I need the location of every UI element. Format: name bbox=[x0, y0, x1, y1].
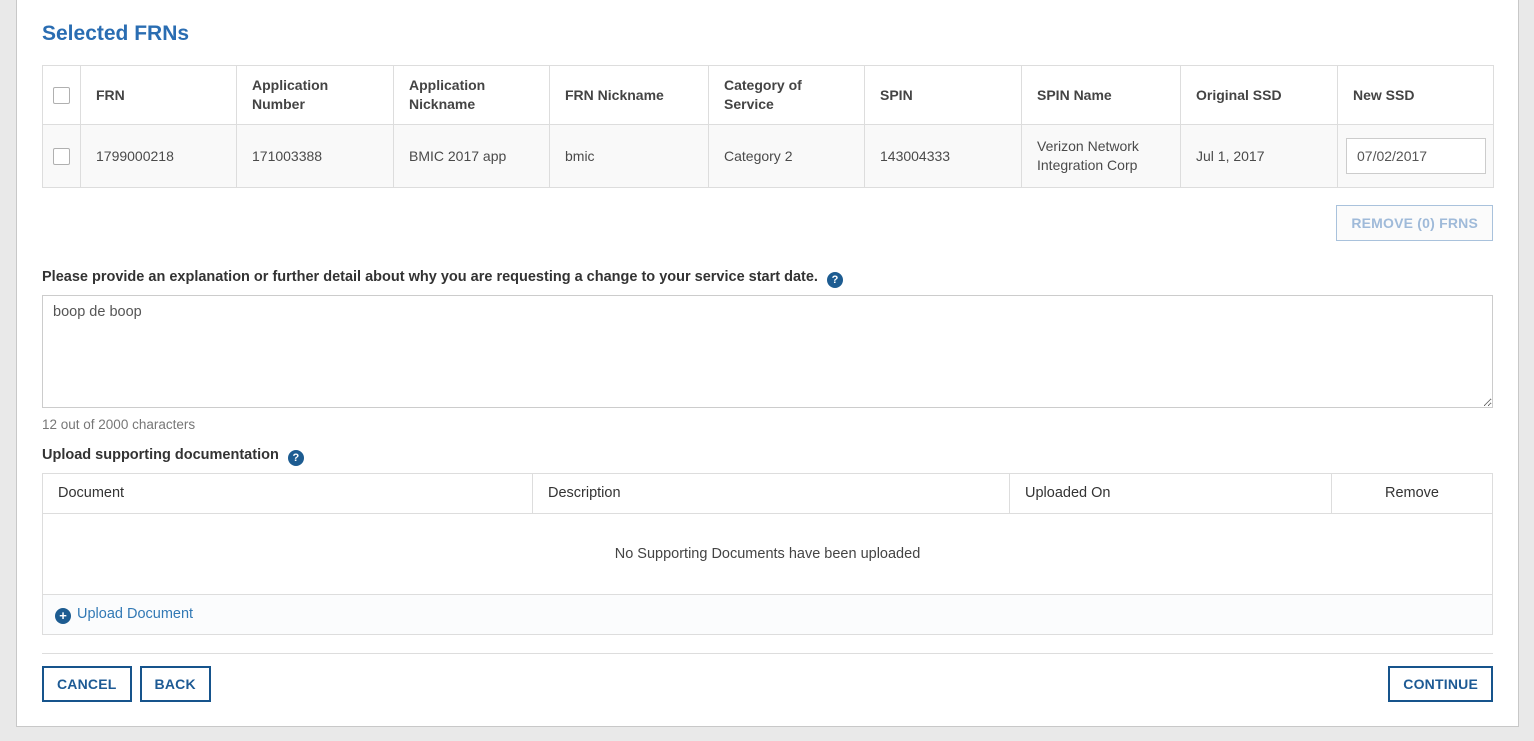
upload-document-label: Upload Document bbox=[77, 606, 194, 622]
explanation-label-row: Please provide an explanation or further… bbox=[42, 268, 1493, 288]
cell-application-number: 171003388 bbox=[236, 124, 394, 188]
cell-original-ssd: Jul 1, 2017 bbox=[1180, 124, 1338, 188]
col-header-application-nickname: Application Nickname bbox=[393, 65, 550, 125]
help-icon[interactable]: ? bbox=[827, 272, 843, 288]
footer-divider bbox=[42, 653, 1493, 654]
frn-table-header-row: FRN Application Number Application Nickn… bbox=[42, 65, 1494, 125]
col-header-new-ssd: New SSD bbox=[1337, 65, 1494, 125]
remove-frns-button[interactable]: REMOVE (0) FRNS bbox=[1336, 205, 1493, 241]
upload-documentation-label: Upload supporting documentation bbox=[42, 447, 279, 463]
continue-button[interactable]: CONTINUE bbox=[1388, 666, 1493, 702]
col-header-frn: FRN bbox=[80, 65, 237, 125]
new-ssd-input[interactable] bbox=[1346, 138, 1486, 174]
cell-frn-nickname: bmic bbox=[549, 124, 709, 188]
col-header-spin: SPIN bbox=[864, 65, 1022, 125]
supporting-documents-table: Document Description Uploaded On Remove … bbox=[42, 473, 1493, 635]
col-header-category-of-service: Category of Service bbox=[708, 65, 865, 125]
col-header-original-ssd: Original SSD bbox=[1180, 65, 1338, 125]
doc-table-empty-row: No Supporting Documents have been upload… bbox=[42, 513, 1493, 595]
row-checkbox[interactable] bbox=[53, 147, 70, 165]
selected-frns-table: FRN Application Number Application Nickn… bbox=[42, 65, 1494, 188]
col-header-uploaded-on: Uploaded On bbox=[1009, 473, 1332, 514]
upload-document-cell: + Upload Document bbox=[42, 594, 1493, 635]
doc-table-upload-row: + Upload Document bbox=[42, 594, 1493, 635]
col-header-document: Document bbox=[42, 473, 533, 514]
explanation-textarea[interactable]: boop de boop bbox=[42, 295, 1493, 408]
help-icon[interactable]: ? bbox=[287, 450, 304, 466]
back-button[interactable]: BACK bbox=[139, 666, 211, 702]
cell-application-nickname: BMIC 2017 app bbox=[393, 124, 550, 188]
select-all-cell bbox=[42, 65, 81, 125]
page-title: Selected FRNs bbox=[42, 22, 190, 45]
footer-left-buttons: CANCEL BACK bbox=[42, 666, 211, 702]
cell-frn: 1799000218 bbox=[80, 124, 237, 188]
cell-spin: 143004333 bbox=[864, 124, 1022, 188]
footer-button-bar: CANCEL BACK CONTINUE bbox=[42, 666, 1493, 702]
select-all-checkbox[interactable] bbox=[53, 86, 70, 104]
upload-document-link[interactable]: + Upload Document bbox=[55, 606, 194, 624]
cell-new-ssd bbox=[1337, 124, 1494, 188]
col-header-description: Description bbox=[532, 473, 1010, 514]
cell-category-of-service: Category 2 bbox=[708, 124, 865, 188]
frn-table-row: 1799000218 171003388 BMIC 2017 app bmic … bbox=[42, 124, 1494, 188]
cancel-button[interactable]: CANCEL bbox=[42, 666, 132, 702]
character-counter: 12 out of 2000 characters bbox=[42, 417, 196, 432]
col-header-application-number: Application Number bbox=[236, 65, 394, 125]
doc-table-header-row: Document Description Uploaded On Remove bbox=[42, 473, 1493, 514]
plus-circle-icon: + bbox=[55, 608, 71, 624]
upload-documentation-label-row: Upload supporting documentation ? bbox=[42, 446, 1493, 466]
no-documents-message: No Supporting Documents have been upload… bbox=[42, 513, 1493, 595]
col-header-frn-nickname: FRN Nickname bbox=[549, 65, 709, 125]
col-header-spin-name: SPIN Name bbox=[1021, 65, 1181, 125]
row-select-cell bbox=[42, 124, 81, 188]
explanation-label: Please provide an explanation or further… bbox=[42, 269, 818, 285]
cell-spin-name: Verizon Network Integration Corp bbox=[1021, 124, 1181, 188]
content-panel: Selected FRNs FRN Application Number App… bbox=[16, 0, 1519, 727]
remove-button-row: REMOVE (0) FRNS bbox=[42, 205, 1493, 241]
col-header-remove: Remove bbox=[1331, 473, 1493, 514]
